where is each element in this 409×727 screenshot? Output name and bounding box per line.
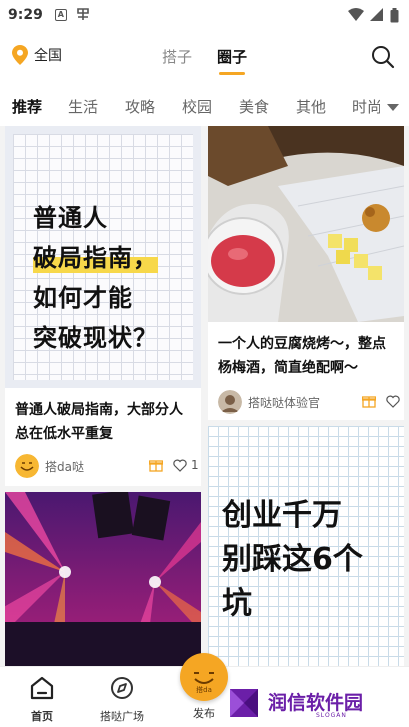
- cover-text-line: 突破现状？: [33, 324, 158, 352]
- avatar: [218, 390, 242, 414]
- post-author[interactable]: 搭哒哒体验官: [218, 390, 320, 414]
- battery-icon: [390, 7, 399, 22]
- search-button[interactable]: [370, 44, 396, 70]
- post-title: 一个人的豆腐烧烤～，整点 杨梅酒，简直绝配啊～: [218, 332, 386, 380]
- publish-button[interactable]: 搭da: [180, 653, 228, 701]
- category-tab-campus[interactable]: 校园: [182, 96, 212, 117]
- post-card[interactable]: 普通人 破局指南， 如何才能 突破现状？ 普通人破局指南，大部分人 总在低水平重…: [5, 126, 201, 486]
- wifi-icon: [348, 8, 364, 21]
- location-pin-icon: [12, 45, 28, 65]
- status-bar: 9:29 A: [0, 0, 409, 30]
- category-tab-other[interactable]: 其他: [296, 96, 326, 117]
- status-right: [348, 7, 399, 23]
- cover-text-line: 坑: [222, 586, 252, 621]
- notification-a-icon: A: [54, 9, 67, 21]
- post-title-line: 杨梅酒，简直绝配啊～: [218, 360, 358, 376]
- post-title-line: 普通人破局指南，大部分人: [15, 402, 183, 418]
- status-time: 9:29: [8, 7, 43, 23]
- publish-badge: 搭da: [196, 686, 212, 694]
- category-tab-fashion[interactable]: 时尚: [352, 96, 380, 117]
- location-label: 全国: [34, 48, 62, 64]
- notebook-paper: 普通人 破局指南， 如何才能 突破现状？: [13, 134, 193, 380]
- top-nav: 全国 搭子 圈子: [0, 36, 409, 80]
- search-icon: [372, 46, 395, 69]
- concert-stage-photo: [5, 492, 201, 666]
- post-title-line: 总在低水平重复: [15, 426, 113, 442]
- notification-app-icon: [75, 6, 91, 25]
- gift-icon[interactable]: [362, 394, 376, 408]
- nav-square[interactable]: 搭哒广场: [82, 675, 162, 724]
- watermark: 润信软件园 SLOGAN: [226, 682, 391, 724]
- post-cover: 创业千万 别踩这6个 坑: [208, 426, 404, 666]
- active-tab-underline: [219, 72, 245, 75]
- category-more-button[interactable]: [387, 104, 399, 111]
- category-tabs: 推荐 生活 攻略 校园 美食 其他 时尚: [0, 92, 409, 122]
- category-tab-food[interactable]: 美食: [239, 96, 269, 117]
- post-card[interactable]: 创业千万 别踩这6个 坑: [208, 426, 404, 666]
- cover-text-line: 创业千万: [222, 498, 342, 533]
- post-cover-photo: [208, 126, 404, 322]
- post-title: 普通人破局指南，大部分人 总在低水平重复: [15, 398, 183, 446]
- post-actions: 1: [139, 458, 199, 472]
- home-icon: [30, 676, 54, 700]
- watermark-logo-icon: [230, 689, 258, 717]
- category-tab-life[interactable]: 生活: [68, 96, 98, 117]
- post-feed[interactable]: 普通人 破局指南， 如何才能 突破现状？ 普通人破局指南，大部分人 总在低水平重…: [0, 126, 409, 666]
- watermark-text: 润信软件园: [268, 692, 364, 714]
- watermark-slogan: SLOGAN: [316, 712, 347, 719]
- cover-text-line: 破局指南，: [33, 238, 158, 273]
- post-title-line: 一个人的豆腐烧烤～，整点: [218, 336, 386, 352]
- nav-home-label: 首页: [31, 710, 53, 723]
- author-name: 搭哒哒体验官: [248, 395, 321, 410]
- tofu-bbq-photo: [208, 126, 404, 322]
- location-selector[interactable]: 全国: [12, 45, 62, 65]
- signal-icon: [370, 8, 383, 21]
- like-count: 1: [191, 458, 199, 472]
- post-actions: [352, 394, 400, 408]
- avatar: [15, 454, 39, 478]
- post-author[interactable]: 搭da哒: [15, 454, 84, 478]
- post-cover: 普通人 破局指南， 如何才能 突破现状？: [5, 126, 201, 388]
- category-tab-guide[interactable]: 攻略: [125, 96, 155, 117]
- tab-quanzi[interactable]: 圈子: [217, 46, 247, 67]
- category-tab-recommend[interactable]: 推荐: [12, 96, 42, 117]
- tab-dazi[interactable]: 搭子: [162, 46, 192, 67]
- cover-text-line: 如何才能: [33, 284, 133, 312]
- cover-text-line: 普通人: [33, 204, 108, 232]
- cover-text-line: 别踩这6个: [222, 542, 363, 577]
- author-name: 搭da哒: [45, 459, 84, 474]
- nav-home[interactable]: 首页: [2, 675, 82, 724]
- nav-square-label: 搭哒广场: [100, 710, 144, 723]
- post-card[interactable]: 一个人的豆腐烧烤～，整点 杨梅酒，简直绝配啊～ 搭哒哒体验官: [208, 126, 404, 420]
- heart-icon[interactable]: [386, 395, 400, 408]
- app-root: 9:29 A 全国 搭子 圈子 推荐 生活 攻略 校园 美食 其他 时尚 普通人…: [0, 0, 409, 727]
- compass-icon: [111, 677, 133, 699]
- gift-icon[interactable]: [149, 458, 163, 472]
- post-card[interactable]: [5, 492, 201, 666]
- heart-icon[interactable]: [173, 459, 187, 472]
